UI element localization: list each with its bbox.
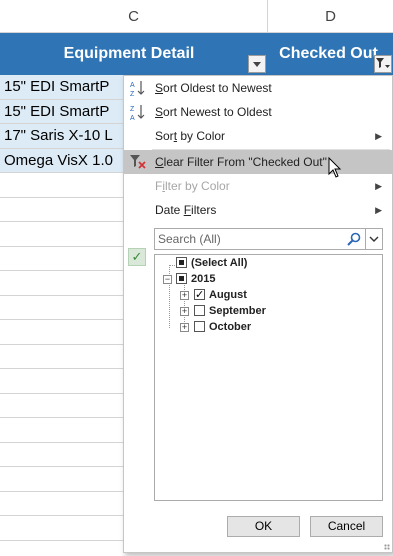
tree-item-september[interactable]: + September — [180, 303, 266, 319]
filter-value-tree[interactable]: (Select All) − 2015 + August + September… — [154, 254, 383, 501]
sort-oldest-to-newest[interactable]: A Z Sort Oldest to Newest — [124, 76, 392, 100]
collapse-icon[interactable]: − — [163, 275, 172, 284]
year-2015-label: 2015 — [191, 273, 216, 285]
chevron-down-icon — [369, 236, 379, 242]
svg-text:Z: Z — [130, 106, 135, 113]
search-icon — [347, 232, 361, 246]
sort-by-color[interactable]: Sort by Color ▶ — [124, 124, 392, 148]
sort-ascending-icon: A Z — [130, 81, 145, 97]
clear-filter-label: lear Filter From "Checked Out" — [163, 155, 327, 169]
sort-descending-icon: Z A — [130, 105, 145, 121]
expand-icon[interactable]: + — [180, 291, 189, 300]
expand-icon[interactable]: + — [180, 323, 189, 332]
tree-item-october[interactable]: + October — [180, 319, 251, 335]
clear-filter-item[interactable]: Clear Filter From "Checked Out" — [124, 150, 392, 174]
sort-oldest-accel: S — [155, 81, 164, 95]
svg-text:A: A — [130, 82, 135, 89]
sort-by-color-label-a: Sor — [155, 129, 174, 143]
sort-newest-to-oldest[interactable]: Z A Sort Newest to Oldest — [124, 100, 392, 124]
submenu-arrow-icon: ▶ — [375, 131, 382, 141]
filter-by-color[interactable]: Filter by Color ▶ — [124, 174, 392, 198]
filter-by-color-label-b: lter by Color — [165, 179, 230, 193]
resize-grip-icon[interactable] — [384, 544, 390, 550]
svg-text:Z: Z — [130, 91, 135, 97]
cancel-button[interactable]: Cancel — [310, 516, 383, 537]
column-d-header[interactable]: D — [268, 0, 393, 33]
equipment-cell[interactable]: Omega VisX 1.0 — [4, 152, 113, 169]
year-2015-checkbox[interactable] — [176, 273, 187, 284]
sort-newest-accel: S — [155, 105, 164, 119]
table-header-row: Equipment Detail Checked Out — [0, 33, 393, 75]
clear-filter-icon — [130, 155, 146, 169]
august-label: August — [209, 289, 247, 301]
equipment-detail-header[interactable]: Equipment Detail — [0, 33, 268, 75]
mouse-pointer-icon — [328, 157, 342, 178]
submenu-arrow-icon: ▶ — [375, 181, 382, 191]
expand-icon[interactable]: + — [180, 307, 189, 316]
autofilter-dropdown: ✓ A Z Sort Oldest to Newest Z A Sort New… — [123, 75, 393, 553]
svg-text:A: A — [130, 115, 135, 121]
equipment-cell[interactable]: 15" EDI SmartP — [4, 103, 109, 120]
dropdown-arrow-icon — [253, 61, 261, 67]
date-filters-accel: F — [183, 203, 192, 217]
select-all-item[interactable]: (Select All) — [176, 255, 247, 271]
sort-oldest-label: ort Oldest to Newest — [163, 81, 272, 95]
ok-button[interactable]: OK — [227, 516, 300, 537]
date-filters-label-b: ilters — [191, 203, 217, 217]
filter-active-check-icon: ✓ — [128, 248, 146, 266]
equipment-cell[interactable]: 15" EDI SmartP — [4, 78, 109, 95]
column-header-row: C D — [0, 0, 393, 33]
october-checkbox[interactable] — [194, 321, 205, 332]
checked-out-filter-button[interactable] — [374, 55, 392, 73]
sort-newest-label: ort Newest to Oldest — [163, 105, 272, 119]
search-input[interactable]: Search (All) — [154, 228, 383, 250]
submenu-arrow-icon: ▶ — [375, 205, 382, 215]
select-all-checkbox[interactable] — [176, 257, 187, 268]
select-all-label: (Select All) — [191, 257, 248, 269]
september-checkbox[interactable] — [194, 305, 205, 316]
september-label: September — [209, 305, 266, 317]
august-checkbox[interactable] — [194, 287, 205, 303]
equipment-filter-button[interactable] — [248, 55, 266, 73]
search-dropdown-button[interactable] — [365, 229, 382, 249]
column-c-header[interactable]: C — [0, 0, 268, 33]
tree-item-2015[interactable]: − 2015 — [163, 271, 215, 287]
clear-filter-accel: C — [155, 155, 164, 169]
search-placeholder: Search (All) — [158, 232, 221, 246]
date-filters[interactable]: Date Filters ▶ — [124, 198, 392, 222]
sort-by-color-label-b: by Color — [177, 129, 226, 143]
tree-item-august[interactable]: + August — [180, 287, 247, 303]
filter-funnel-icon — [376, 58, 390, 68]
equipment-cell[interactable]: 17" Saris X-10 L — [4, 127, 113, 144]
date-filters-label-a: Date — [155, 203, 184, 217]
october-label: October — [209, 321, 252, 333]
